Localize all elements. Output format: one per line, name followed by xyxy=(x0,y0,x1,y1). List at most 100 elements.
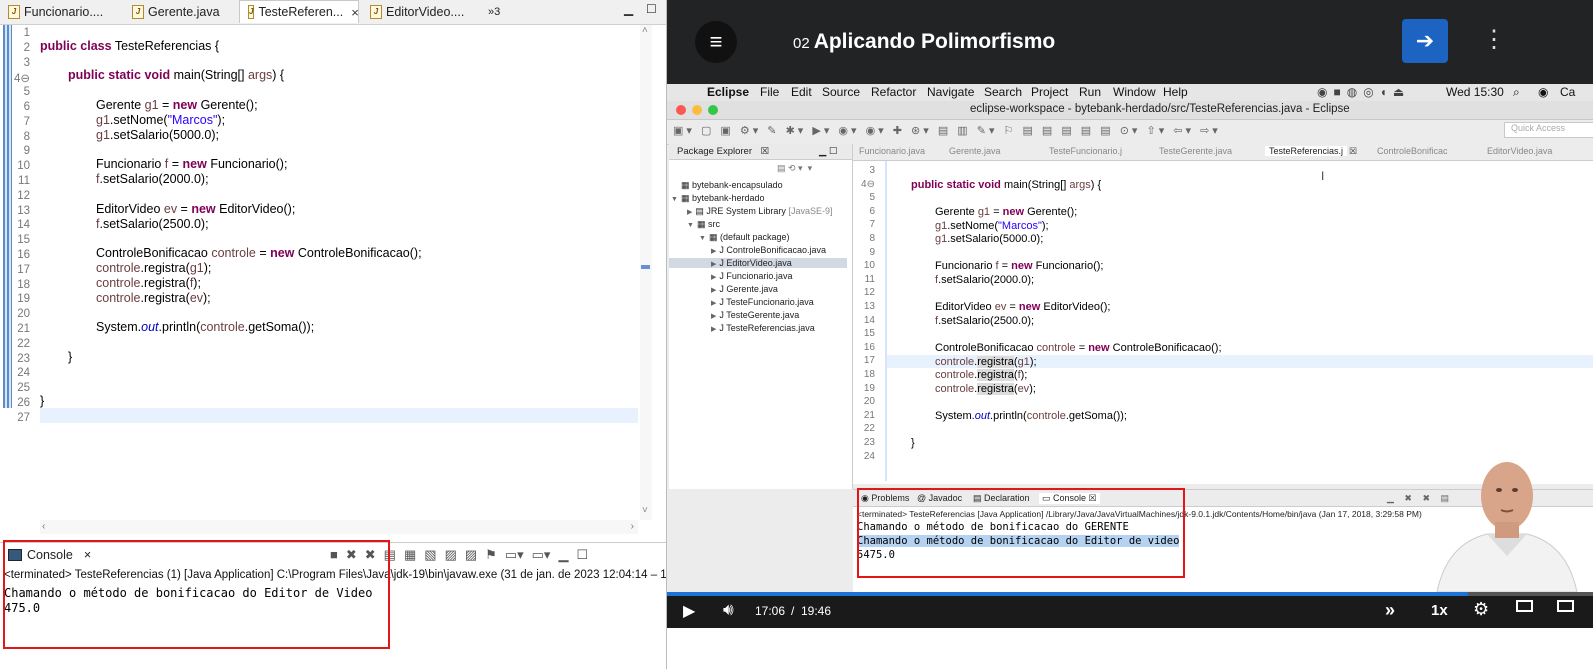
next-chapter-icon[interactable]: » xyxy=(1385,600,1395,621)
mac-menu-bar: Eclipse File Edit Source Refactor Naviga… xyxy=(667,84,1593,101)
zoom-window-icon xyxy=(708,105,718,115)
line-number: 20 xyxy=(863,396,875,408)
code-line: Gerente g1 = new Gerente(); xyxy=(935,206,1078,218)
line-number: 1 xyxy=(23,27,30,39)
line-number: 22 xyxy=(863,423,875,435)
show-on-error-icon[interactable]: ▨ xyxy=(465,547,477,563)
video-code-editor: 3 4⊖ 5 6 7 8 9 10 11 12 13 14 15 16 17 18 19 20 21 22 23 24 p… xyxy=(853,161,1593,484)
line-number: 10 xyxy=(17,160,30,173)
view-toolbar-icons: ▤ ⟲ ▾ ▾ xyxy=(777,163,813,173)
tab-overflow-button[interactable]: »3 xyxy=(480,0,510,23)
code-line: System.out.println(controle.getSoma()); xyxy=(96,320,315,334)
line-number: 14 xyxy=(17,219,30,232)
show-on-output-icon[interactable]: ▨ xyxy=(445,547,457,563)
tab-label: EditorVideo.... xyxy=(386,4,465,19)
line-number: 15 xyxy=(17,234,30,247)
package-icon: ▦ xyxy=(708,232,720,242)
settings-icon[interactable]: ⚙ xyxy=(1473,599,1489,620)
vertical-scrollbar[interactable]: ˄ ˅ xyxy=(640,25,652,520)
open-console-icon[interactable]: ▭▾ xyxy=(532,547,551,563)
pin-console-icon[interactable]: ⚑ xyxy=(485,547,497,563)
line-number: 19 xyxy=(17,293,30,306)
player-controls: ▶ 🔊︎ 17:06 / 19:46 » 1x ⚙ xyxy=(667,592,1593,628)
line-number: 5 xyxy=(869,192,875,204)
menu-item: File xyxy=(760,85,780,99)
minimize-icon: ▁ ☐ xyxy=(819,146,838,157)
time-separator: / xyxy=(791,604,795,618)
quick-access-field: Quick Access xyxy=(1504,122,1593,138)
lesson-number: 02 xyxy=(793,35,810,52)
line-number: 22 xyxy=(17,337,30,350)
minimize-icon[interactable]: ▁ xyxy=(624,3,636,15)
java-file-icon: J xyxy=(370,4,382,19)
playback-speed-button[interactable]: 1x xyxy=(1431,602,1448,619)
play-icon[interactable]: ▶ xyxy=(683,601,695,621)
progress-bar[interactable] xyxy=(667,592,1593,596)
display-console-icon[interactable]: ▭▾ xyxy=(505,547,524,563)
tree-item-project: ▦ bytebank-encapsulado xyxy=(681,180,783,190)
line-number: 4⊖ xyxy=(861,178,875,190)
window-title: eclipse-workspace - bytebank-herdado/src… xyxy=(970,103,1350,115)
line-number: 10 xyxy=(863,260,875,272)
tab-gerente[interactable]: J Gerente.java xyxy=(124,0,236,23)
menu-icon[interactable]: ≡ xyxy=(695,21,737,63)
username: Ca xyxy=(1560,85,1576,99)
tree-item-file: ▶ J ControleBonificacao.java xyxy=(711,245,826,255)
tab-teste-referencias[interactable]: J TesteReferen... × xyxy=(239,0,359,23)
code-line: Gerente g1 = new Gerente(); xyxy=(96,98,258,112)
highlight-box xyxy=(857,488,1185,578)
code-line: System.out.println(controle.getSoma()); xyxy=(935,410,1127,422)
code-line: f.setSalario(2000.0); xyxy=(96,172,209,186)
code-line: } xyxy=(68,350,73,364)
menu-item: Window xyxy=(1113,85,1156,99)
code-line: public static void main(String[] args) { xyxy=(911,179,1102,191)
code-editor[interactable]: 1 2 3 4⊖ 5 6 7 8 9 10 11 12 13 14 15 16 17 18 19 20 21 22 23 24… xyxy=(0,25,650,520)
theater-mode-icon[interactable] xyxy=(1557,600,1574,612)
video-frame[interactable]: Eclipse File Edit Source Refactor Naviga… xyxy=(667,84,1593,592)
maximize-icon[interactable]: ☐ xyxy=(646,3,658,15)
tree-item-file: ▶ J TesteGerente.java xyxy=(711,310,800,320)
line-number: 9 xyxy=(869,246,875,258)
picture-in-picture-icon[interactable] xyxy=(1516,600,1533,612)
code-line: ControleBonificacao controle = new Contr… xyxy=(935,342,1222,354)
editor-tab: TesteGerente.java xyxy=(1159,146,1233,156)
maximize-icon[interactable]: ☐ xyxy=(576,547,588,563)
app-name: Eclipse xyxy=(707,85,750,99)
code-line: g1.setNome("Marcos"); xyxy=(96,113,226,127)
horizontal-scrollbar[interactable]: ‹ › xyxy=(40,520,638,534)
tab-label: Funcionario.... xyxy=(24,4,104,19)
menu-item: Source xyxy=(822,85,861,99)
volume-icon[interactable]: 🔊︎ xyxy=(723,600,734,620)
menu-item: Refactor xyxy=(871,85,917,99)
editor-tab: Funcionario.java xyxy=(859,146,926,156)
word-wrap-icon[interactable]: ▧ xyxy=(424,547,436,563)
close-icon[interactable]: × xyxy=(351,5,359,20)
line-number: 6 xyxy=(23,101,30,113)
player-header: ≡ 02 Aplicando Polimorfismo ➔ ⋮ xyxy=(667,0,1593,84)
tab-funcionario[interactable]: J Funcionario.... xyxy=(0,0,118,23)
siri-icon: ◉ xyxy=(1538,85,1549,99)
progress-bar-fill xyxy=(667,592,1468,596)
next-lesson-button[interactable]: ➔ xyxy=(1402,19,1448,63)
line-number: 8 xyxy=(23,130,30,143)
line-number: 16 xyxy=(863,341,875,353)
code-line: g1.setSalario(5000.0); xyxy=(96,128,219,142)
line-number: 18 xyxy=(863,369,875,380)
minimize-icon[interactable]: ▁ xyxy=(558,547,568,563)
close-window-icon xyxy=(676,105,686,115)
highlight-box xyxy=(3,540,390,649)
menu-item: Project xyxy=(1031,85,1069,99)
instructor-webcam xyxy=(1436,462,1578,592)
tab-editor-video[interactable]: J EditorVideo.... xyxy=(362,0,480,23)
line-number: 6 xyxy=(869,205,875,217)
more-options-icon[interactable]: ⋮ xyxy=(1482,28,1506,52)
line-number: 17 xyxy=(863,355,875,367)
line-number: 7 xyxy=(23,115,30,128)
code-line: controle.registra(ev); xyxy=(96,291,211,305)
code-line: Funcionario f = new Funcionario(); xyxy=(935,260,1104,272)
status-icons: ◉■◍◎◖⏏ xyxy=(1317,85,1411,99)
tab-label: Gerente.java xyxy=(148,4,220,19)
scroll-lock-icon[interactable]: ▦ xyxy=(404,547,416,563)
tree-item-file: ▶ J TesteFuncionario.java xyxy=(711,297,814,307)
tree-item-library: ▶ ▤ JRE System Library [JavaSE-9] xyxy=(687,206,833,216)
